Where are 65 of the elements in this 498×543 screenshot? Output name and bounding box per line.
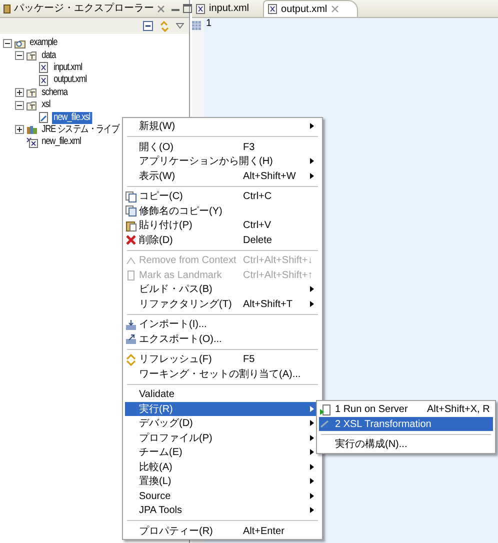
tree-item[interactable]: example	[28, 37, 59, 50]
tree-item[interactable]: new_file.xml	[40, 136, 82, 148]
collapse-toggle[interactable]	[3, 38, 12, 48]
clipboard-icon	[125, 220, 137, 232]
menu-item[interactable]: リファクタリング(T) Alt+Shift+T	[125, 296, 320, 311]
tree-item[interactable]: input.xml	[52, 62, 84, 74]
close-icon[interactable]	[331, 5, 340, 13]
menu-item[interactable]: 比較(A)	[125, 460, 320, 474]
copy-icon	[125, 205, 137, 217]
menu-item[interactable]: インポート(I)...	[125, 317, 320, 332]
marker-icon	[192, 21, 201, 30]
menu-item[interactable]: 修飾名のコピー(Y)	[125, 204, 320, 218]
xml-file-icon	[26, 136, 38, 148]
menu-item[interactable]: リフレッシュ(F) F5	[125, 352, 320, 366]
menu-item[interactable]: 新規(W)	[125, 119, 320, 134]
project-icon	[14, 38, 26, 49]
menu-item[interactable]: 削除(D) Delete	[125, 232, 320, 247]
menu-item[interactable]: Validate	[125, 387, 320, 402]
import-icon	[125, 318, 137, 330]
xsl-file-icon	[38, 112, 50, 124]
close-icon[interactable]	[157, 4, 165, 12]
menu-item[interactable]: 置換(L)	[125, 474, 320, 488]
package-folder-icon	[26, 50, 38, 62]
copy-icon	[125, 190, 137, 202]
tree-item[interactable]: xsl	[40, 99, 52, 112]
refresh-icon	[125, 354, 137, 366]
package-folder-icon	[26, 100, 38, 111]
menu-item[interactable]: 表示(W) Alt+Shift+W	[125, 168, 320, 183]
menu-item[interactable]: JPA Tools	[125, 503, 320, 518]
menu-item[interactable]: 貼り付け(P) Ctrl+V	[125, 218, 320, 232]
editor-tab[interactable]: output.xml	[263, 0, 358, 17]
library-icon	[26, 124, 38, 136]
xml-file-icon	[38, 62, 50, 74]
tree-item[interactable]: new_file.xsl	[52, 112, 92, 124]
menu-item[interactable]: ワーキング・セットの割り当て(A)...	[125, 366, 320, 381]
export-icon	[125, 333, 137, 345]
package-folder-icon	[26, 87, 38, 98]
menu-item[interactable]: 1 Run on Server Alt+Shift+X, R	[319, 402, 493, 416]
tree-item[interactable]: data	[40, 50, 58, 62]
menu-item[interactable]: アプリケーションから開く(H)	[125, 154, 320, 168]
run-icon	[319, 404, 331, 416]
view-icon	[3, 4, 11, 14]
menu-item[interactable]: Source	[125, 488, 320, 503]
collapse-toggle[interactable]	[15, 51, 24, 60]
menu-item[interactable]: ビルド・パス(B)	[125, 282, 320, 296]
tree-item[interactable]: schema	[40, 86, 70, 99]
expand-toggle[interactable]	[15, 88, 24, 98]
menu-item[interactable]: コピー(C) Ctrl+C	[125, 189, 320, 204]
xml-file-icon	[268, 4, 278, 14]
maximize-icon[interactable]	[183, 4, 192, 13]
menu-item[interactable]: 開く(O) F3	[125, 140, 320, 154]
menu-item[interactable]: 実行の構成(N)...	[319, 437, 493, 452]
delete-icon	[125, 234, 137, 246]
menu-item[interactable]: エクスポート(O)...	[125, 332, 320, 346]
collapse-all-icon[interactable]	[143, 21, 153, 31]
tree-item[interactable]: output.xml	[52, 74, 88, 86]
editor-tab[interactable]: input.xml	[192, 0, 260, 17]
xml-file-icon	[38, 74, 50, 86]
collapse-toggle[interactable]	[15, 100, 24, 110]
menu-item[interactable]: 2 XSL Transformation	[319, 416, 493, 431]
menu-item[interactable]: プロパティー(R) Alt+Enter	[125, 524, 320, 538]
expand-toggle[interactable]	[15, 125, 24, 134]
view-menu-icon[interactable]	[176, 23, 184, 29]
tree-item[interactable]: JRE システム・ライブ	[40, 124, 121, 136]
xml-file-icon	[196, 4, 205, 14]
